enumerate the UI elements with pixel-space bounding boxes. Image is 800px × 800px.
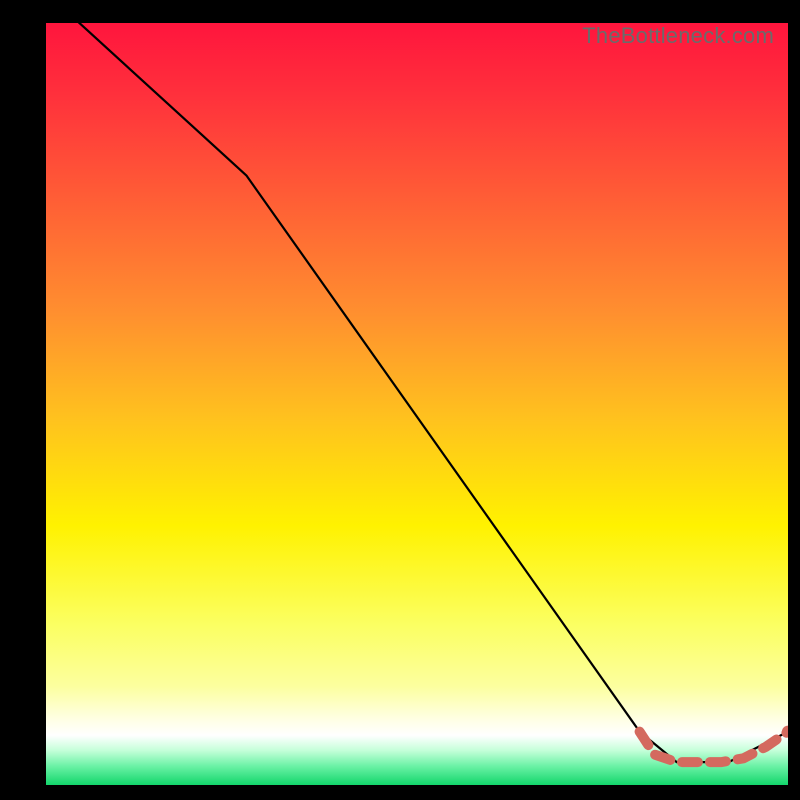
bottleneck-chart bbox=[46, 23, 788, 785]
chart-frame: TheBottleneck.com bbox=[46, 23, 788, 785]
watermark-label: TheBottleneck.com bbox=[582, 23, 774, 49]
gradient-plot-area bbox=[46, 23, 788, 785]
